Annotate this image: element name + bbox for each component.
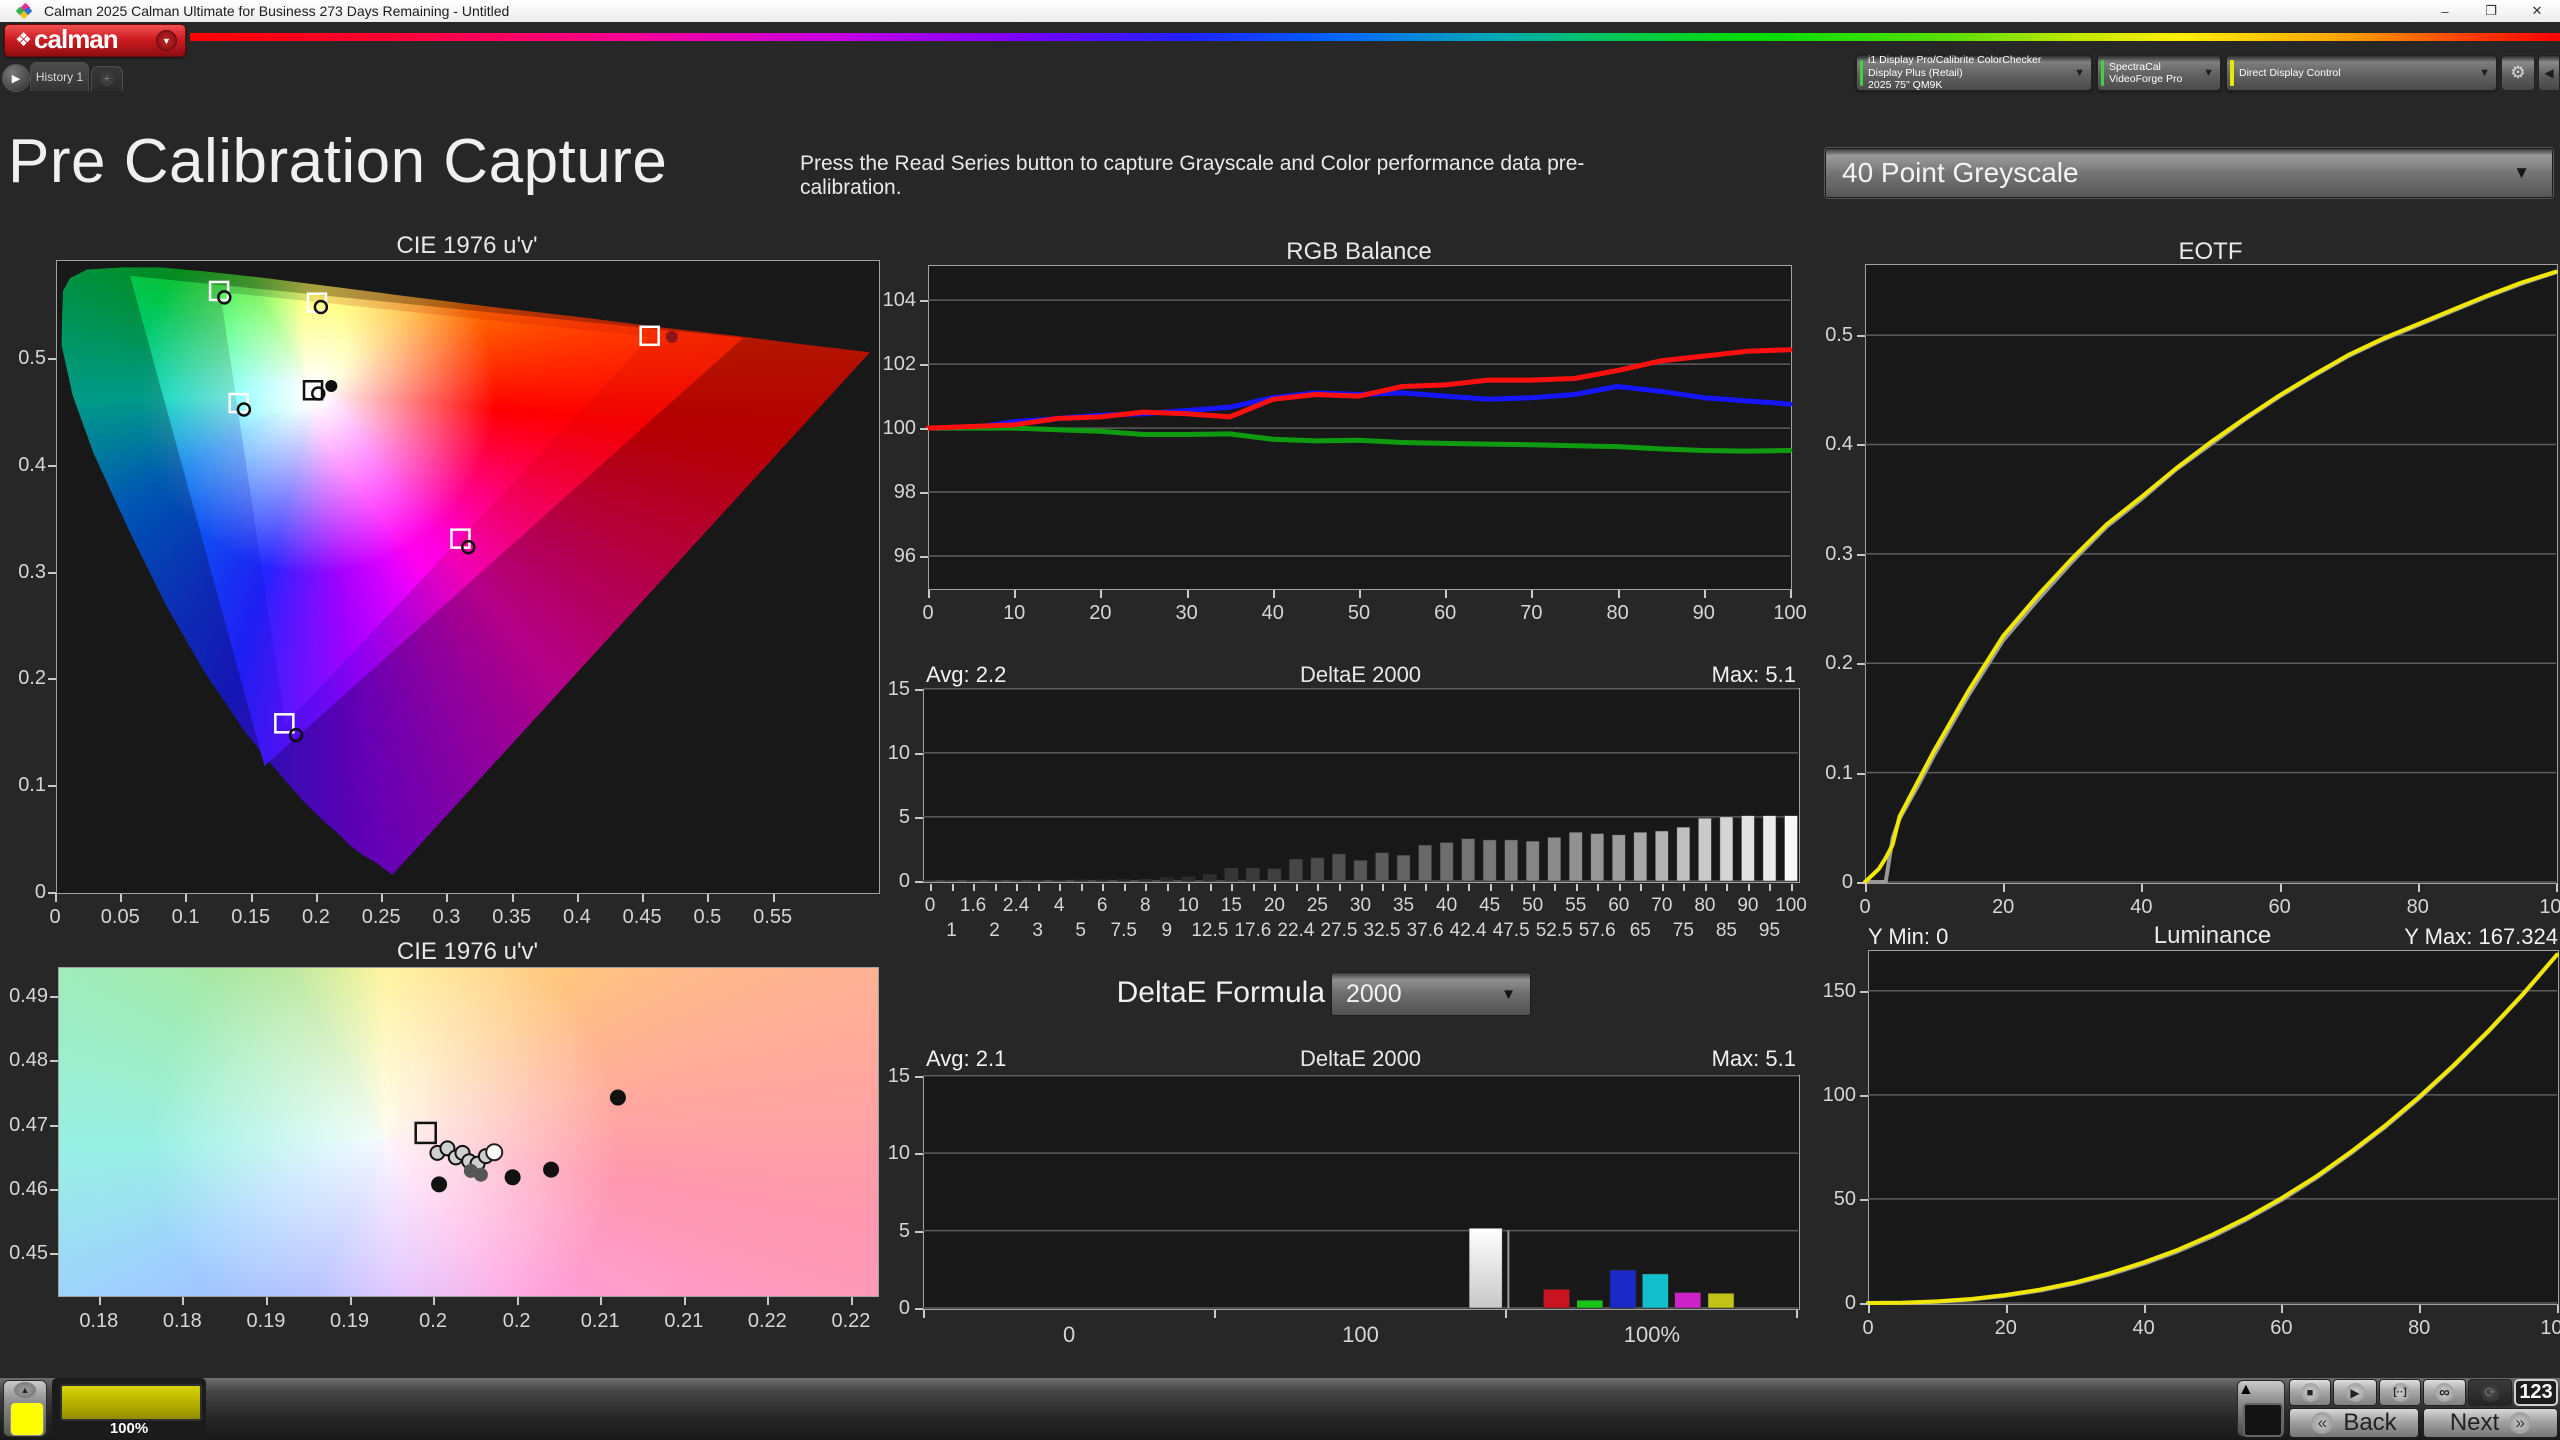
deltae-title: DeltaE 2000 bbox=[923, 662, 1798, 688]
cie-markers-overlay bbox=[56, 260, 878, 892]
page-title: Pre Calibration Capture bbox=[8, 126, 667, 197]
luminance-chart: Y Min: 0 Luminance Y Max: 167.324 020406… bbox=[1835, 920, 2560, 1360]
add-tab-button[interactable]: + bbox=[91, 66, 123, 91]
app-icon bbox=[16, 3, 32, 19]
deltae2-title: DeltaE 2000 bbox=[923, 1046, 1798, 1072]
source-status-indicator bbox=[2101, 60, 2104, 86]
tab-strip-expander-button[interactable]: ▶ bbox=[2, 64, 30, 92]
read-series-icon: [··] bbox=[2391, 1383, 2410, 1402]
deltae-grayscale-chart: Avg: 2.2 DeltaE 2000 Max: 5.1 01.62.4468… bbox=[898, 662, 1800, 962]
play-button[interactable]: ▶ bbox=[2333, 1379, 2377, 1406]
chevron-double-left-icon: « bbox=[2311, 1412, 2333, 1434]
calman-menu-arrow-icon[interactable]: ▼ bbox=[156, 30, 177, 51]
instruction-text: Press the Read Series button to capture … bbox=[800, 152, 1670, 200]
window-title: Calman 2025 Calman Ultimate for Business… bbox=[44, 3, 509, 19]
infinity-icon: ∞ bbox=[2435, 1383, 2454, 1402]
rgb-balance-title: RGB Balance bbox=[928, 238, 1790, 266]
deltae-max: Max: 5.1 bbox=[1712, 662, 1796, 688]
back-label: Back bbox=[2343, 1409, 2396, 1437]
refresh-button[interactable]: ⟳ bbox=[2468, 1379, 2512, 1406]
source-dropdown-label: SpectraCal VideoForge Pro bbox=[2109, 61, 2203, 86]
calman-brand: calman bbox=[34, 24, 118, 55]
refresh-icon: ⟳ bbox=[2481, 1383, 2500, 1402]
meter-dropdown[interactable]: i1 Display Pro/Calibrite ColorChecker Di… bbox=[1856, 55, 2092, 91]
calman-menu-button[interactable]: ❖ calman ▼ bbox=[4, 24, 186, 57]
eotf-chart: EOTF 02040608010000.10.20.30.40.5 bbox=[1835, 238, 2560, 913]
collapse-panel-button[interactable]: ◀ bbox=[2538, 55, 2560, 91]
chevron-down-icon: ▼ bbox=[2513, 163, 2530, 183]
next-label: Next bbox=[2450, 1409, 2499, 1437]
cie-zoom-chart: CIE 1976 u'v' 0.180.180.190.190.20.20.21… bbox=[20, 938, 910, 1358]
window-pattern-preview bbox=[2243, 1403, 2283, 1437]
bottom-toolbar: ▲ 100% ▲ ■ ▶ [··] ∞ ⟳ 123 bbox=[0, 1378, 2560, 1440]
rgb-balance-chart: RGB Balance 0102030405060708090100969810… bbox=[920, 238, 1800, 638]
chevron-left-icon: ◀ bbox=[2544, 66, 2553, 80]
back-button[interactable]: « Back bbox=[2289, 1408, 2419, 1438]
read-series-button[interactable]: [··] bbox=[2379, 1379, 2421, 1406]
display-dropdown-label: Direct Display Control bbox=[2239, 67, 2341, 80]
settings-button[interactable]: ⚙ bbox=[2501, 55, 2535, 91]
calman-app: Calman 2025 Calman Ultimate for Business… bbox=[0, 0, 2560, 1440]
source-dropdown[interactable]: SpectraCal VideoForge Pro ▼ bbox=[2097, 55, 2221, 91]
formula-value: 2000 bbox=[1346, 980, 1402, 1009]
deltae-formula-dropdown[interactable]: 2000 ▼ bbox=[1331, 972, 1531, 1016]
deltae-color-chart: Avg: 2.1 DeltaE 2000 Max: 5.1 0100100%05… bbox=[898, 1042, 1800, 1352]
window-titlebar: Calman 2025 Calman Ultimate for Business… bbox=[0, 0, 2560, 22]
greyscale-mode-value: 40 Point Greyscale bbox=[1842, 157, 2079, 189]
minimize-button[interactable]: – bbox=[2422, 0, 2468, 22]
chevron-up-icon: ▲ bbox=[14, 1382, 36, 1398]
chevron-down-icon: ▼ bbox=[2074, 67, 2085, 79]
stimulus-level-value: 100% bbox=[52, 1420, 206, 1437]
display-status-indicator bbox=[2230, 60, 2234, 86]
chevron-down-icon: ▼ bbox=[2479, 67, 2490, 79]
eotf-title: EOTF bbox=[1865, 238, 2556, 266]
pattern-color-button[interactable]: ▲ bbox=[3, 1380, 47, 1437]
formula-label: DeltaE Formula bbox=[1117, 976, 1325, 1010]
stimulus-level-bar[interactable] bbox=[60, 1384, 202, 1421]
chevron-up-icon: ▲ bbox=[2238, 1381, 2284, 1399]
meter-status-indicator bbox=[1860, 60, 1863, 86]
rainbow-accent-strip bbox=[190, 33, 2560, 41]
luminance-ymax: Y Max: 167.324 bbox=[2404, 924, 2558, 950]
active-pattern-swatch bbox=[10, 1402, 44, 1436]
meter-dropdown-label: i1 Display Pro/Calibrite ColorChecker Di… bbox=[1868, 54, 2074, 92]
cie-chart-title: CIE 1976 u'v' bbox=[56, 232, 878, 260]
tab-history-1[interactable]: History 1 bbox=[30, 62, 89, 91]
level-indicator-button[interactable]: 123 bbox=[2514, 1379, 2558, 1406]
display-control-dropdown[interactable]: Direct Display Control ▼ bbox=[2226, 55, 2497, 91]
stop-button[interactable]: ■ bbox=[2289, 1379, 2331, 1406]
continuous-read-button[interactable]: ∞ bbox=[2423, 1379, 2466, 1406]
next-button[interactable]: Next » bbox=[2423, 1408, 2558, 1438]
greyscale-mode-dropdown[interactable]: 40 Point Greyscale ▼ bbox=[1825, 148, 2553, 198]
deltae2-max: Max: 5.1 bbox=[1712, 1046, 1796, 1072]
calman-logo-icon: ❖ bbox=[15, 29, 32, 52]
play-icon: ▶ bbox=[2346, 1383, 2365, 1402]
plus-icon: + bbox=[100, 72, 114, 86]
stimulus-level-panel: 100% bbox=[52, 1378, 206, 1439]
chevron-down-icon: ▼ bbox=[2203, 67, 2214, 79]
formula-row: DeltaE Formula 2000 ▼ bbox=[898, 968, 1800, 1032]
cie-zoom-title: CIE 1976 u'v' bbox=[58, 938, 877, 966]
gear-icon: ⚙ bbox=[2510, 63, 2525, 83]
stop-icon: ■ bbox=[2301, 1383, 2320, 1402]
restore-button[interactable]: ❐ bbox=[2468, 0, 2514, 22]
chevron-down-icon: ▼ bbox=[1501, 986, 1516, 1003]
close-button[interactable]: ✕ bbox=[2514, 0, 2560, 22]
cie-1976-chart: CIE 1976 u'v' 00.050.10.150.20.250.30.35… bbox=[20, 232, 910, 932]
cie-zoom-markers-overlay bbox=[58, 967, 877, 1295]
window-pattern-button[interactable]: ▲ bbox=[2237, 1380, 2285, 1437]
chevron-double-right-icon: » bbox=[2509, 1412, 2531, 1434]
